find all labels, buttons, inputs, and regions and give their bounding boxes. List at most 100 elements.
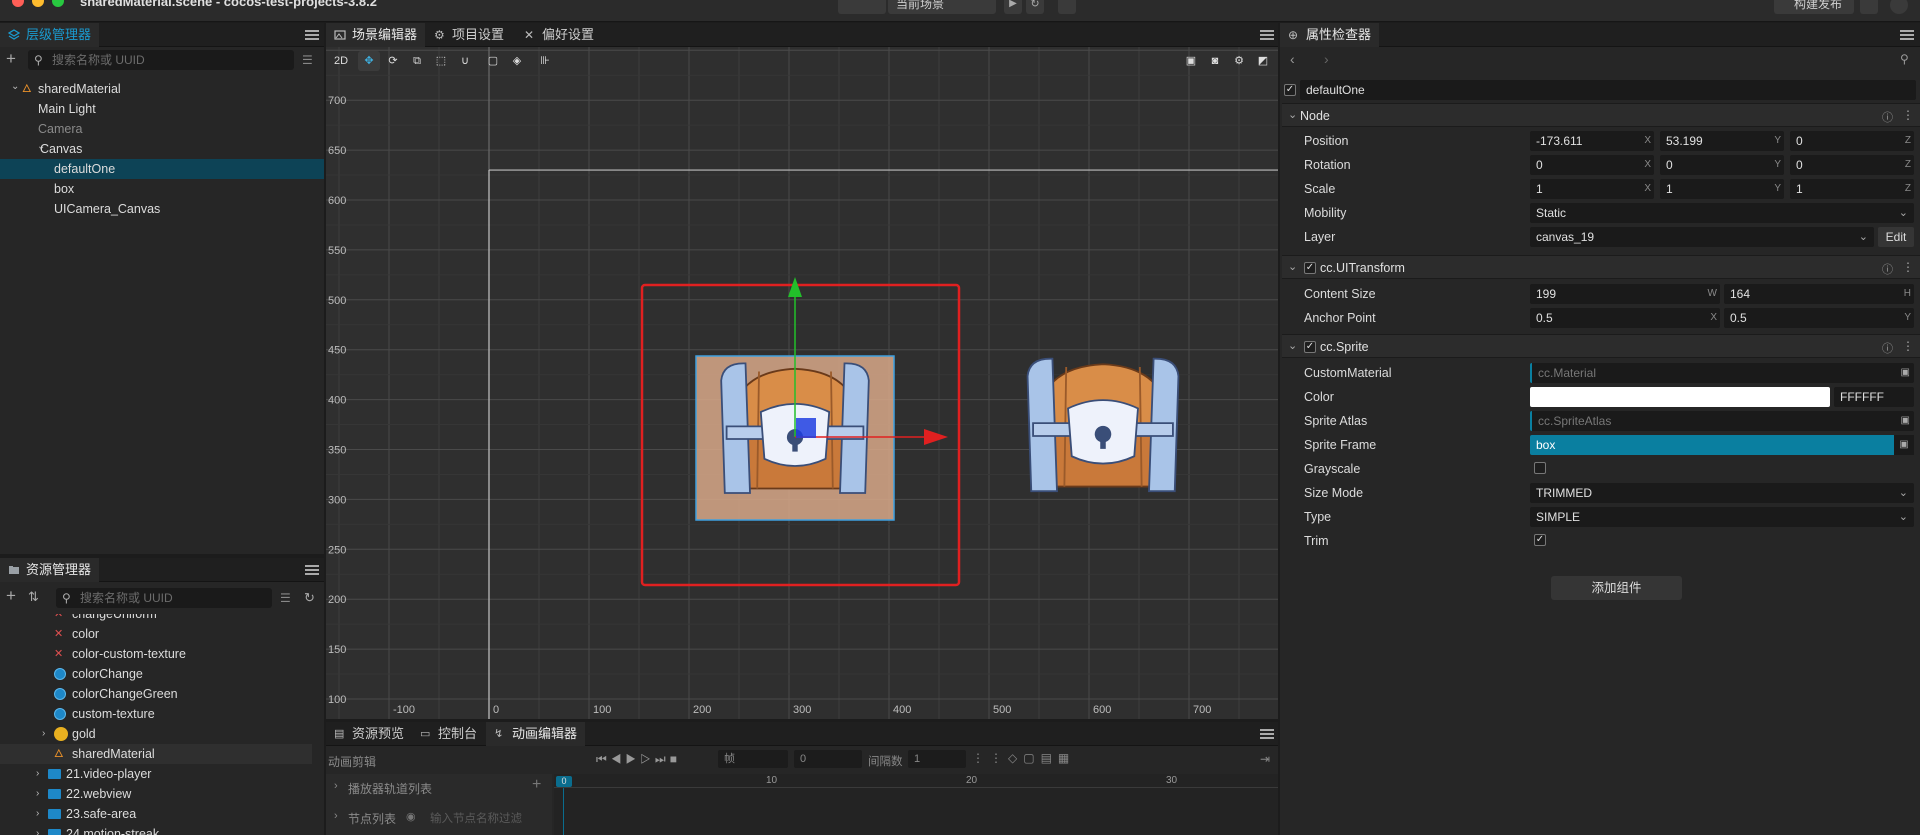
back-icon[interactable]: ‹ <box>1290 51 1295 67</box>
lock-icon[interactable]: ▣ <box>1901 363 1910 383</box>
playhead[interactable]: 0 <box>556 776 572 787</box>
inspector-menu-icon[interactable] <box>1900 30 1914 40</box>
rotation-x-input[interactable]: 0X <box>1530 155 1654 175</box>
hierarchy-node[interactable]: UICamera_Canvas <box>0 199 324 219</box>
tab-assets[interactable]: 资源管理器 <box>0 558 100 582</box>
hierarchy-search-input[interactable]: ⚲ 搜索名称或 UUID <box>28 50 294 70</box>
preview-settings-icon[interactable] <box>1058 0 1076 14</box>
hierarchy-node[interactable]: Main Light <box>0 99 324 119</box>
help-icon[interactable]: ⓘ <box>1882 261 1893 277</box>
asset-item[interactable]: 🜂 sharedMaterial <box>0 744 312 764</box>
eye-icon[interactable]: ◉ <box>406 810 416 823</box>
tab-asset-preview[interactable]: ▤ 资源预览 <box>326 722 412 746</box>
scale-x-input[interactable]: 1X <box>1530 179 1654 199</box>
forward-icon[interactable]: › <box>1324 51 1329 67</box>
node-active-checkbox[interactable]: ✓ <box>1284 84 1296 96</box>
gizmo-toggle-icon[interactable]: ▣ <box>1180 51 1202 71</box>
mobility-select[interactable]: Static ⌄ <box>1530 203 1914 223</box>
frame-input[interactable]: 0 <box>794 750 862 768</box>
custom-material-field[interactable]: cc.Material ▣ <box>1530 363 1914 383</box>
maximize-window-button[interactable] <box>52 0 64 7</box>
tab-inspector[interactable]: ⊕ 属性检查器 <box>1280 23 1380 47</box>
tab-project-settings[interactable]: ⚙ 项目设置 <box>426 23 512 47</box>
track-list-caret[interactable]: › <box>334 780 338 792</box>
color-swatch[interactable] <box>1530 387 1830 407</box>
assets-menu-icon[interactable] <box>305 565 319 575</box>
tab-console[interactable]: ▭ 控制台 <box>412 722 485 746</box>
rect-tool-icon[interactable]: ⬚ <box>430 51 452 71</box>
interval-input[interactable]: 1 <box>908 750 966 768</box>
asset-item[interactable]: › gold <box>0 724 312 744</box>
asset-item[interactable]: colorChange <box>0 664 312 684</box>
assets-search-input[interactable]: ⚲ 搜索名称或 UUID <box>56 588 272 608</box>
chevron-right-icon[interactable]: › <box>36 804 39 824</box>
refresh-icon[interactable]: ↻ <box>1026 0 1044 14</box>
list-view-icon[interactable]: ☰ <box>280 588 291 608</box>
local-space-icon[interactable]: ▢ <box>482 51 504 71</box>
scene-menu-icon[interactable] <box>1260 30 1274 40</box>
sprite-frame-field[interactable]: box ▣ <box>1530 435 1914 455</box>
tab-preferences[interactable]: ✕ 偏好设置 <box>516 23 602 47</box>
hierarchy-node[interactable]: ⌄ 🜂 sharedMaterial <box>0 79 324 99</box>
pin-icon[interactable]: ⚲ <box>1900 52 1909 66</box>
camera-icon[interactable]: ◙ <box>1204 51 1226 71</box>
project-logo-icon[interactable] <box>838 0 886 14</box>
sort-icon[interactable]: ⇅ <box>28 589 39 605</box>
snap-tool-icon[interactable]: ∪ <box>454 51 476 71</box>
asset-item[interactable]: › 21.video-player <box>0 764 312 784</box>
scene-viewport[interactable]: 700 650 600 550 500 450 400 350 300 250 200 150 100 -… <box>326 47 1278 719</box>
view-options-icon[interactable]: ◩ <box>1252 51 1274 71</box>
add-track-icon[interactable]: + <box>532 776 541 794</box>
hierarchy-menu-icon[interactable] <box>305 30 319 40</box>
scene-settings-icon[interactable]: ⚙ <box>1228 51 1250 71</box>
size-mode-select[interactable]: TRIMMED ⌄ <box>1530 483 1914 503</box>
align-icon[interactable]: ⊪ <box>534 51 556 71</box>
grayscale-checkbox[interactable] <box>1534 462 1546 474</box>
trim-checkbox[interactable]: ✓ <box>1534 534 1546 546</box>
add-component-button[interactable]: 添加组件 <box>1551 576 1682 600</box>
asset-item[interactable]: › 23.safe-area <box>0 804 312 824</box>
collapse-all-icon[interactable]: ☰ <box>302 50 318 70</box>
help-icon[interactable]: ⓘ <box>1882 340 1893 356</box>
rotate-tool-icon[interactable]: ⟳ <box>382 51 404 71</box>
bottom-menu-icon[interactable] <box>1260 729 1274 739</box>
chevron-right-icon[interactable]: › <box>36 824 39 835</box>
lock-icon[interactable]: ▣ <box>1894 435 1914 455</box>
move-tool-icon[interactable]: ✥ <box>358 51 380 71</box>
asset-item[interactable]: colorChangeGreen <box>0 684 312 704</box>
build-publish-button[interactable]: 构建发布 <box>1774 0 1854 14</box>
sprite-enabled-checkbox[interactable]: ✓ <box>1304 341 1316 353</box>
asset-item[interactable]: › 22.webview <box>0 784 312 804</box>
exit-anim-icon[interactable]: ⇥ <box>1260 752 1270 766</box>
refresh-assets-icon[interactable]: ↻ <box>304 588 315 608</box>
more-icon[interactable]: ⋮ <box>1902 108 1914 122</box>
help-icon[interactable] <box>1890 0 1908 14</box>
uitransform-enabled-checkbox[interactable]: ✓ <box>1304 262 1316 274</box>
asset-item[interactable]: › 24.motion-streak <box>0 824 312 835</box>
chevron-right-icon[interactable]: › <box>42 724 45 744</box>
layer-edit-button[interactable]: Edit <box>1878 227 1914 247</box>
asset-item[interactable]: custom-texture <box>0 704 312 724</box>
node-name-input[interactable]: defaultOne <box>1300 80 1916 100</box>
position-y-input[interactable]: 53.199 Y <box>1660 131 1784 151</box>
more-icon[interactable]: ⋮ <box>1902 339 1914 353</box>
tab-hierarchy[interactable]: 层级管理器 <box>0 23 100 47</box>
mode-2d-button[interactable]: 2D <box>328 51 354 71</box>
pivot-icon[interactable]: ◈ <box>506 51 528 71</box>
hierarchy-node[interactable]: Camera <box>0 119 324 139</box>
more-icon[interactable]: ⋮ <box>1902 260 1914 274</box>
save-icon[interactable] <box>1860 0 1878 14</box>
color-hex-input[interactable]: FFFFFF <box>1834 387 1914 407</box>
asset-item[interactable]: ✕ changeUniform <box>0 614 312 624</box>
help-icon[interactable]: ⓘ <box>1882 109 1893 125</box>
chevron-right-icon[interactable]: › <box>36 784 39 804</box>
sprite-section-header[interactable]: ⌄ ✓ cc.Sprite ⓘ ⋮ <box>1282 334 1920 358</box>
anchor-y-input[interactable]: 0.5 Y <box>1724 308 1914 328</box>
add-node-icon[interactable]: + <box>6 49 16 69</box>
node-section-header[interactable]: ⌄ Node ⓘ ⋮ <box>1282 103 1920 127</box>
timeline[interactable]: 0 10 20 30 <box>554 774 1278 835</box>
content-size-h-input[interactable]: 164 H <box>1724 284 1914 304</box>
position-x-input[interactable]: -173.611 X <box>1530 131 1654 151</box>
asset-item[interactable]: ✕ color <box>0 624 312 644</box>
frame-unit-select[interactable]: 帧 <box>718 750 788 768</box>
